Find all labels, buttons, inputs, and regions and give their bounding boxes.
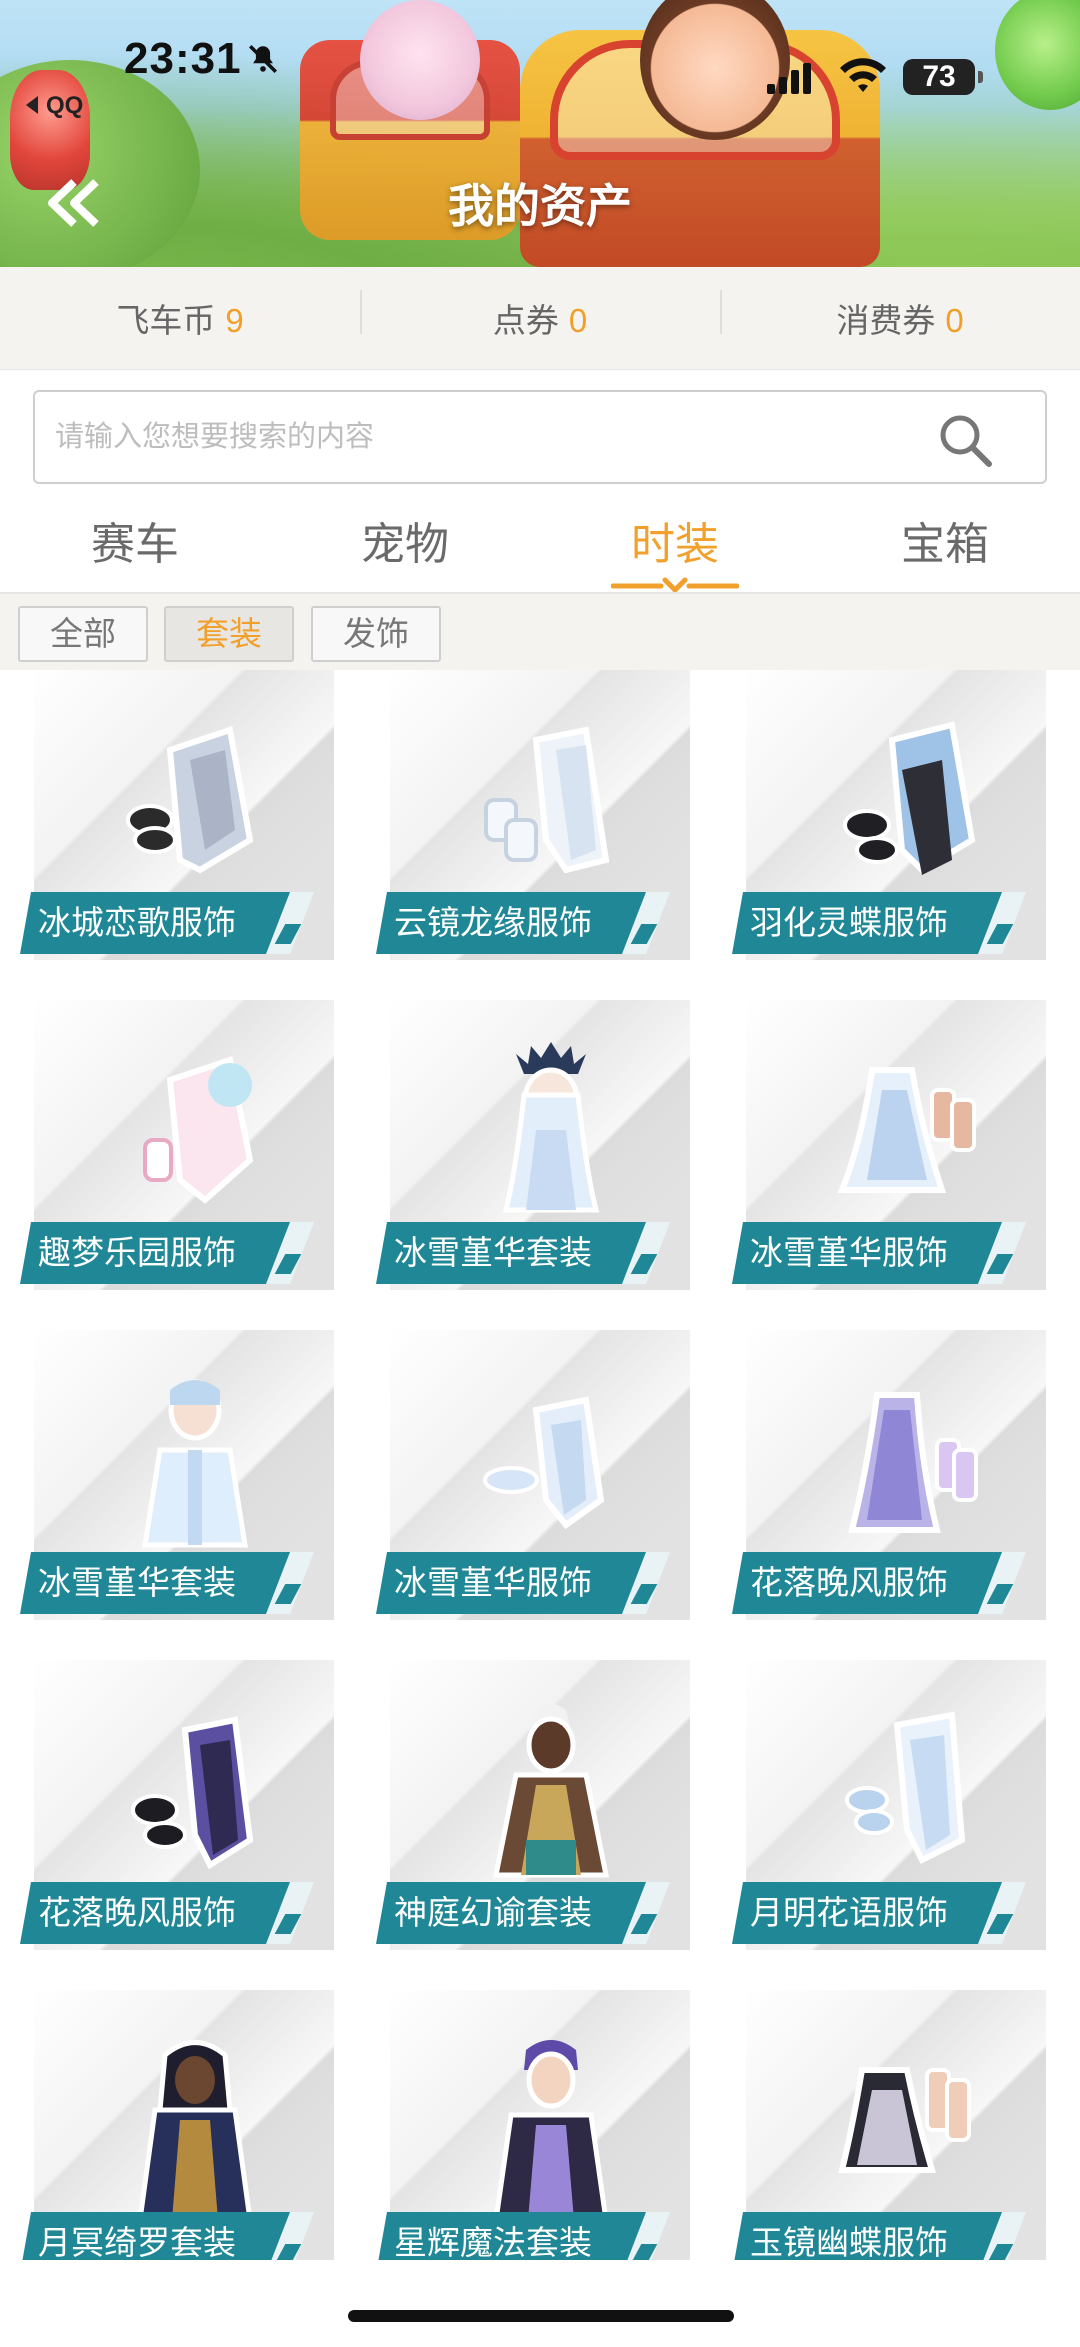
tab-pet[interactable]: 宠物 xyxy=(270,500,540,592)
search-box xyxy=(33,390,1047,484)
status-time: 23:31 xyxy=(124,34,242,83)
item-grid: 冰城恋歌服饰 云镜龙缘服饰 羽化灵蝶服饰 趣梦乐园服饰 冰雪堇华套装 冰雪堇华服… xyxy=(0,670,1080,2260)
item-card[interactable]: 冰雪堇华套装 xyxy=(20,1330,334,1630)
outfit-thumbnail-icon xyxy=(837,1067,976,1193)
back-to-app[interactable]: QQ xyxy=(26,92,83,120)
page-title: 我的资产 xyxy=(448,180,632,232)
item-name: 花落晚风服饰 xyxy=(732,1552,1007,1614)
tab-racecar[interactable]: 赛车 xyxy=(0,500,270,592)
bell-muted-icon xyxy=(248,44,278,74)
outfit-thumbnail-icon xyxy=(493,2040,609,2220)
filter-bar: 全部 套装 发饰 xyxy=(0,594,1080,670)
tab-treasure-box[interactable]: 宝箱 xyxy=(810,500,1080,592)
wifi-icon xyxy=(840,58,886,92)
item-card[interactable]: 羽化灵蝶服饰 xyxy=(732,670,1046,970)
item-card[interactable]: 神庭幻谕套装 xyxy=(376,1660,690,1960)
banner-character-left xyxy=(360,0,480,120)
item-name: 玉镜幽蝶服饰 xyxy=(732,2212,1007,2260)
item-card[interactable]: 花落晚风服饰 xyxy=(732,1330,1046,1630)
currency-xiaofeiquan: 消费券 0 xyxy=(720,290,1080,342)
item-card[interactable]: 月冥绮罗套装 xyxy=(20,1990,334,2260)
currency-bar: 飞车币 9 点券 0 消费券 0 xyxy=(0,267,1080,370)
item-name: 冰城恋歌服饰 xyxy=(20,892,295,954)
item-name: 花落晚风服饰 xyxy=(20,1882,295,1944)
category-tabs: 赛车 宠物 时装 宝箱 xyxy=(0,500,1080,593)
item-name: 冰雪堇华套装 xyxy=(376,1222,651,1284)
outfit-thumbnail-icon xyxy=(143,1056,254,1204)
home-indicator[interactable] xyxy=(348,2310,734,2322)
search-input[interactable] xyxy=(55,392,915,482)
item-name: 月冥绮罗套装 xyxy=(20,2212,295,2260)
tab-label: 宠物 xyxy=(361,520,449,569)
outfit-thumbnail-icon xyxy=(142,1379,248,1548)
filter-hair-accessory[interactable]: 发饰 xyxy=(311,606,441,662)
item-name: 月明花语服饰 xyxy=(732,1882,1007,1944)
currency-value: 9 xyxy=(225,302,244,339)
item-card[interactable]: 趣梦乐园服饰 xyxy=(20,1000,334,1300)
item-card[interactable]: 云镜龙缘服饰 xyxy=(376,670,690,970)
currency-label: 消费券 xyxy=(836,302,936,339)
item-card[interactable]: 冰雪堇华服饰 xyxy=(732,1000,1046,1300)
search-icon[interactable] xyxy=(935,410,995,470)
outfit-thumbnail-icon xyxy=(492,1704,610,1878)
item-name: 神庭幻谕套装 xyxy=(376,1882,651,1944)
item-card[interactable]: 冰雪堇华套装 xyxy=(376,1000,690,1300)
outfit-thumbnail-icon xyxy=(845,1711,966,1865)
currency-dianquan: 点券 0 xyxy=(360,290,720,342)
item-card[interactable]: 玉镜幽蝶服饰 xyxy=(732,1990,1046,2260)
outfit-thumbnail-icon xyxy=(502,1042,600,1213)
item-card[interactable]: 星辉魔法套装 xyxy=(376,1990,690,2260)
outfit-thumbnail-icon xyxy=(838,2067,971,2173)
active-tab-indicator-icon xyxy=(611,577,739,593)
tab-label: 宝箱 xyxy=(901,520,989,569)
outfit-thumbnail-icon xyxy=(848,1392,978,1533)
outfit-thumbnail-icon xyxy=(137,2040,253,2220)
tab-fashion[interactable]: 时装 xyxy=(540,500,810,593)
tab-label: 赛车 xyxy=(91,520,179,569)
outfit-thumbnail-icon xyxy=(484,726,610,874)
item-name: 羽化灵蝶服饰 xyxy=(732,892,1007,954)
banner-green-character xyxy=(995,0,1080,110)
currency-value: 0 xyxy=(568,302,588,339)
item-name: 云镜龙缘服饰 xyxy=(376,892,651,954)
outfit-thumbnail-icon xyxy=(483,1396,605,1530)
item-name: 趣梦乐园服饰 xyxy=(20,1222,295,1284)
item-name: 冰雪堇华服饰 xyxy=(376,1552,651,1614)
tab-label: 时装 xyxy=(631,520,719,569)
item-card[interactable]: 冰城恋歌服饰 xyxy=(20,670,334,970)
currency-value: 0 xyxy=(945,302,964,339)
outfit-thumbnail-icon xyxy=(126,726,254,874)
outfit-thumbnail-icon xyxy=(131,1716,254,1870)
header-banner: 23:31 QQ 73 我的资产 xyxy=(0,0,1080,267)
back-triangle-icon xyxy=(26,96,38,114)
item-card[interactable]: 花落晚风服饰 xyxy=(20,1660,334,1960)
battery-indicator: 73 xyxy=(903,59,983,95)
item-card[interactable]: 冰雪堇华服饰 xyxy=(376,1330,690,1630)
filter-all[interactable]: 全部 xyxy=(18,606,148,662)
item-name: 冰雪堇华服饰 xyxy=(732,1222,1007,1284)
back-app-label: QQ xyxy=(46,92,84,119)
item-name: 冰雪堇华套装 xyxy=(20,1552,295,1614)
item-name: 星辉魔法套装 xyxy=(376,2212,651,2260)
signal-icon xyxy=(767,63,811,94)
currency-label: 点券 xyxy=(492,302,559,339)
filter-suit[interactable]: 套装 xyxy=(164,606,294,662)
item-card[interactable]: 月明花语服饰 xyxy=(732,1660,1046,1960)
outfit-thumbnail-icon xyxy=(843,721,976,875)
currency-feichebi: 飞车币 9 xyxy=(0,294,360,342)
my-assets-page: 23:31 QQ 73 我的资产 飞车币 9 点券 0 消费券 0 请输入您想要… xyxy=(0,0,1080,2347)
currency-label: 飞车币 xyxy=(116,302,216,339)
